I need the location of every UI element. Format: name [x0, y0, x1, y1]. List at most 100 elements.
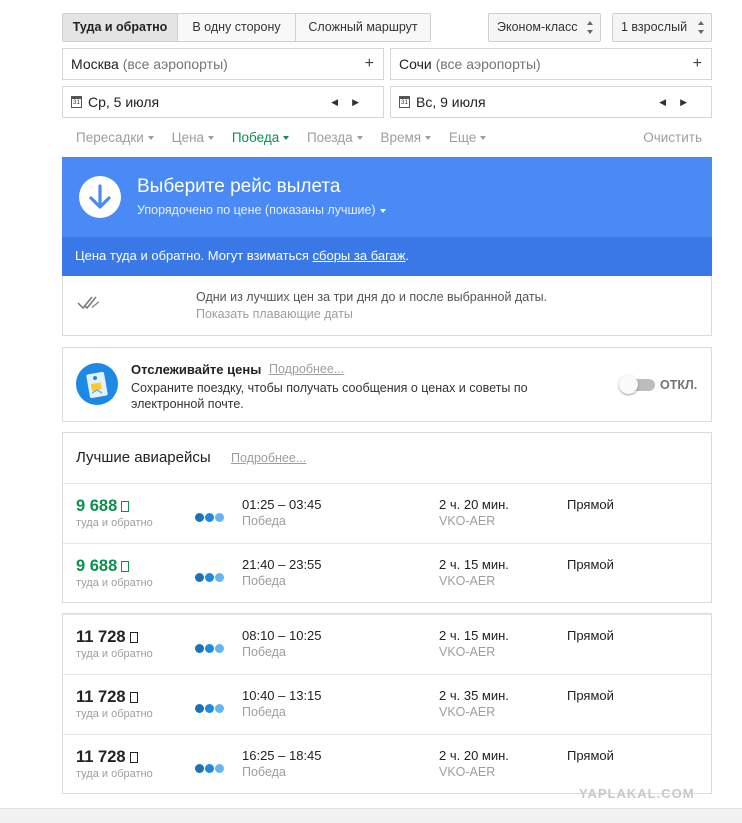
origin-input[interactable]: Москва (все аэропорты) + — [62, 48, 384, 80]
best-flights-more-link[interactable]: Подробнее... — [231, 451, 306, 465]
destination-city: Сочи — [399, 56, 432, 72]
price-type: туда и обратно — [76, 708, 153, 720]
flight-duration: 2 ч. 20 мин. — [439, 748, 509, 763]
flight-times: 08:10 – 10:25 — [242, 628, 322, 643]
passengers-select[interactable]: 1 взрослый — [612, 13, 712, 42]
airline-name: Победа — [242, 765, 286, 779]
airline-logo-icon — [195, 760, 225, 773]
sort-dropdown[interactable]: Упорядочено по цене (показаны лучшие) — [137, 203, 386, 217]
add-origin-icon[interactable]: + — [365, 49, 374, 78]
clear-filters-button[interactable]: Очистить — [643, 130, 702, 145]
airline-logo-icon — [195, 569, 225, 582]
prev-date-icon[interactable]: ◀ — [331, 97, 352, 107]
tab-one-way[interactable]: В одну сторону — [178, 14, 296, 41]
cabin-class-select[interactable]: Эконом-класс — [488, 13, 601, 42]
caret-down-icon — [147, 136, 154, 141]
flight-route: VKO-AER — [439, 514, 496, 528]
prev-date-icon[interactable]: ◀ — [659, 97, 680, 107]
add-destination-icon[interactable]: + — [693, 49, 702, 78]
airline-logo-icon — [195, 640, 225, 653]
arrow-down-icon — [79, 176, 121, 218]
flight-row[interactable]: 11 728 туда и обратно 08:10 – 10:25 Победа 2… — [63, 614, 711, 674]
next-date-icon[interactable]: ▶ — [352, 97, 373, 107]
airline-logo-icon — [195, 700, 225, 713]
airline-name: Победа — [242, 645, 286, 659]
caret-down-icon — [283, 136, 290, 141]
price-type: туда и обратно — [76, 517, 153, 529]
price-tracking-toggle[interactable] — [619, 375, 657, 394]
flight-stops: Прямой — [567, 557, 614, 572]
best-flights-section: Лучшие авиарейсы Подробнее... 9 688 туда … — [62, 432, 712, 603]
flight-stops: Прямой — [567, 497, 614, 512]
tracking-description: Сохраните поездку, чтобы получать сообще… — [131, 381, 528, 411]
next-date-icon[interactable]: ▶ — [680, 97, 701, 107]
flight-route: VKO-AER — [439, 574, 496, 588]
airline-logo-icon — [195, 509, 225, 522]
flight-times: 01:25 – 03:45 — [242, 497, 322, 512]
flight-duration: 2 ч. 15 мин. — [439, 628, 509, 643]
destination-detail: (все аэропорты) — [435, 56, 541, 72]
flexible-dates-info: Одни из лучших цен за три дня до и после… — [62, 276, 712, 336]
return-date-input[interactable]: 31 Вс, 9 июля ◀▶ — [390, 86, 712, 118]
flight-price: 11 728 — [76, 628, 138, 647]
price-type: туда и обратно — [76, 768, 153, 780]
flight-route: VKO-AER — [439, 645, 496, 659]
currency-glyph-icon — [121, 501, 130, 512]
return-date-value: Вс, 9 июля — [416, 94, 486, 110]
flight-stops: Прямой — [567, 748, 614, 763]
tab-multi-city[interactable]: Сложный маршрут — [296, 14, 430, 41]
depart-date-input[interactable]: 31 Ср, 5 июля ◀▶ — [62, 86, 384, 118]
flight-route: VKO-AER — [439, 765, 496, 779]
currency-glyph-icon — [121, 561, 130, 572]
filter-trains[interactable]: Поезда — [307, 130, 363, 145]
flight-times: 21:40 – 23:55 — [242, 557, 322, 572]
caret-down-icon — [379, 208, 386, 213]
caret-down-icon — [356, 136, 363, 141]
baggage-fees-link[interactable]: сборы за багаж — [313, 248, 406, 263]
filter-airline[interactable]: Победа — [232, 130, 290, 145]
price-tag-icon — [76, 363, 118, 405]
airline-name: Победа — [242, 574, 286, 588]
results-header: Выберите рейс вылета Упорядочено по цене… — [62, 157, 712, 237]
currency-glyph-icon — [129, 692, 138, 703]
watermark: YAPLAKAL.COM — [579, 786, 695, 801]
flight-duration: 2 ч. 35 мин. — [439, 688, 509, 703]
caret-down-icon — [425, 136, 432, 141]
airline-name: Победа — [242, 514, 286, 528]
results-title: Выберите рейс вылета — [137, 176, 341, 197]
flight-stops: Прямой — [567, 628, 614, 643]
depart-date-nav: ◀▶ — [331, 87, 373, 117]
show-flexible-dates-link[interactable]: Показать плавающие даты — [196, 307, 353, 321]
flight-row[interactable]: 11 728 туда и обратно 16:25 – 18:45 Победа 2… — [63, 734, 711, 794]
flight-row[interactable]: 9 688 туда и обратно 01:25 – 03:45 Победа 2 … — [63, 483, 711, 543]
tab-round-trip[interactable]: Туда и обратно — [63, 14, 178, 41]
flight-price: 9 688 — [76, 497, 130, 516]
caret-down-icon — [208, 136, 215, 141]
price-type: туда и обратно — [76, 577, 153, 589]
passengers-value: 1 взрослый — [621, 20, 688, 34]
filter-bar: Пересадки Цена Победа Поезда Время Еще — [76, 130, 500, 145]
filter-time[interactable]: Время — [380, 130, 432, 145]
filter-more[interactable]: Еще — [449, 130, 487, 145]
filter-price[interactable]: Цена — [172, 130, 215, 145]
flight-times: 10:40 – 13:15 — [242, 688, 322, 703]
flight-price: 11 728 — [76, 688, 138, 707]
calendar-icon: 31 — [399, 96, 410, 109]
select-arrows-icon — [698, 20, 705, 35]
best-flights-title: Лучшие авиарейсы — [76, 449, 211, 466]
tracking-title: Отслеживайте цены — [131, 362, 262, 377]
flight-row[interactable]: 11 728 туда и обратно 10:40 – 13:15 Победа 2… — [63, 674, 711, 734]
flexible-dates-text: Одни из лучших цен за три дня до и после… — [196, 290, 548, 304]
flight-duration: 2 ч. 20 мин. — [439, 497, 509, 512]
flight-row[interactable]: 9 688 туда и обратно 21:40 – 23:55 Победа 2 … — [63, 543, 711, 603]
currency-glyph-icon — [129, 752, 138, 763]
caret-down-icon — [480, 136, 487, 141]
depart-date-value: Ср, 5 июля — [88, 94, 160, 110]
destination-input[interactable]: Сочи (все аэропорты) + — [390, 48, 712, 80]
price-notice: Цена туда и обратно. Могут взиматься сбо… — [62, 237, 712, 276]
calendar-icon: 31 — [71, 96, 82, 109]
currency-glyph-icon — [129, 632, 138, 643]
filter-stops[interactable]: Пересадки — [76, 130, 154, 145]
tracking-more-link[interactable]: Подробнее... — [269, 362, 344, 376]
flight-route: VKO-AER — [439, 705, 496, 719]
